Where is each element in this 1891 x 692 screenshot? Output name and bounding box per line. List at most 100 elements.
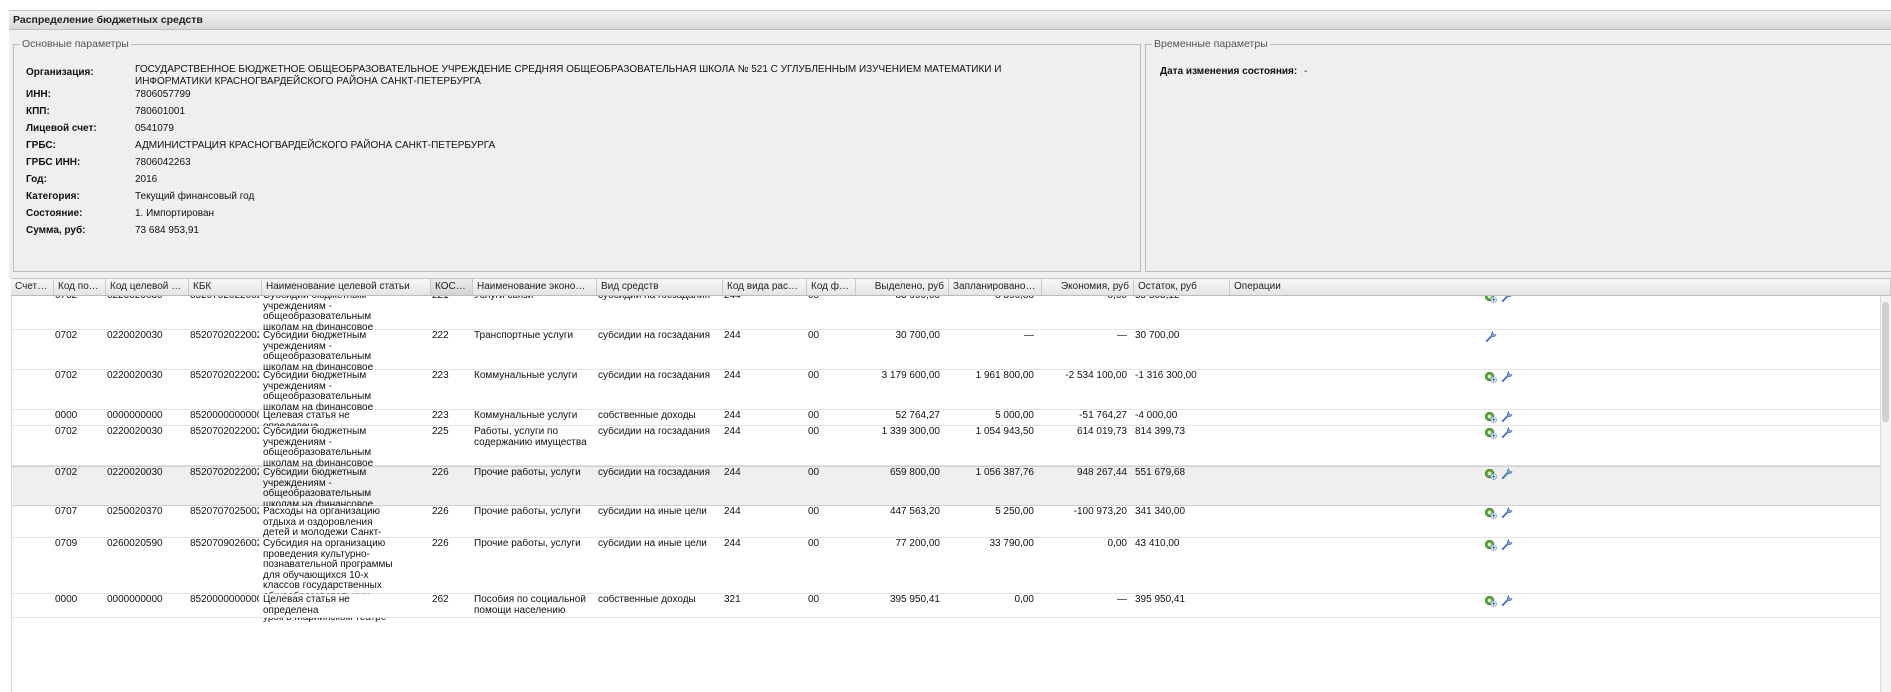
cell-fund-code: 00 (808, 331, 820, 341)
cell-target-code: 0260020590 (107, 539, 163, 549)
param-value: 2016 (135, 174, 158, 185)
cell-funds-type: собственные доходы (598, 411, 696, 421)
cell-funds-type: субсидии на госзадания (598, 468, 711, 478)
param-label: Год: (26, 174, 47, 185)
cell-target-code: 0220020030 (107, 371, 163, 381)
grid-vertical-scrollbar[interactable] (1880, 296, 1891, 692)
cell-savings: 948 267,44 (1076, 468, 1127, 478)
row-operations (1484, 410, 1513, 424)
add-icon[interactable] (1484, 538, 1497, 551)
add-icon[interactable] (1484, 506, 1497, 519)
edit-icon[interactable] (1500, 370, 1513, 383)
add-icon[interactable] (1484, 426, 1497, 439)
cell-allocated: 83 900,00 (854, 296, 943, 302)
column-header[interactable]: Операции (1230, 279, 1891, 295)
table-row[interactable]: 070202200200308520702022002...Субсидии б… (12, 330, 1882, 394)
column-header[interactable]: КОСГУ... (431, 279, 473, 295)
time-params-legend: Временные параметры (1154, 38, 1268, 50)
column-header[interactable]: Экономия, руб (1042, 279, 1134, 295)
param-label: Состояние: (26, 208, 83, 219)
param-value: 780601001 (135, 106, 186, 117)
param-label: Сумма, руб: (26, 225, 86, 236)
add-icon[interactable] (1484, 467, 1497, 480)
params-area: Основные параметры Организация: ГОСУДАРСТ… (9, 30, 1891, 278)
table-row[interactable]: 070202200200308520702022002...Субсидии б… (12, 426, 1882, 490)
cell-planned: 1 054 943,50 (975, 427, 1034, 437)
edit-icon[interactable] (1500, 467, 1513, 480)
cell-funds-type: субсидии на госзадания (598, 427, 711, 437)
param-label: Дата изменения состояния: (1160, 66, 1298, 77)
table-row[interactable]: 000000000000008520000000000...Целевая ст… (12, 410, 1882, 431)
column-header[interactable]: Выделено, руб (856, 279, 949, 295)
column-header[interactable]: Код вида расходов (723, 279, 807, 295)
cell-remainder: 551 679,68 (1135, 468, 1186, 478)
cell-kosgu: 222 (432, 331, 449, 341)
column-header[interactable]: Код подра... (54, 279, 106, 295)
grid-scroll-thumb[interactable] (1882, 302, 1889, 422)
row-operations (1484, 538, 1513, 552)
add-icon[interactable] (1484, 296, 1497, 303)
cell-fund-code: 00 (808, 539, 820, 549)
column-header[interactable]: Запланировано, руб (949, 279, 1042, 295)
edit-icon[interactable] (1500, 594, 1513, 607)
cell-expense-code: 244 (724, 468, 741, 478)
column-header[interactable]: Счет р... (11, 279, 54, 295)
table-row[interactable]: 000000000000008520000000000...Целевая ст… (12, 594, 1882, 618)
column-header[interactable]: Код фонда (807, 279, 856, 295)
cell-target-code: 0220020030 (104, 296, 184, 302)
row-operations (1484, 594, 1513, 608)
add-icon[interactable] (1484, 370, 1497, 383)
budget-grid: 070202200200308520702022002...Субсидии б… (11, 296, 1882, 692)
table-row[interactable]: 070202200200308520702022002...Субсидии б… (12, 370, 1882, 434)
edit-icon[interactable] (1484, 330, 1497, 343)
cell-fund-code: 00 (808, 468, 820, 478)
column-header[interactable]: Остаток, руб (1134, 279, 1230, 295)
cell-econ-name: Коммунальные услуги (474, 371, 578, 381)
cell-remainder: 30 700,00 (1135, 331, 1180, 341)
param-value: 7806057799 (135, 89, 191, 100)
cell-econ-name: Прочие работы, услуги (474, 468, 581, 478)
cell-savings: -51 764,27 (1079, 411, 1127, 421)
cell-kosgu: 262 (432, 595, 449, 605)
edit-icon[interactable] (1500, 538, 1513, 551)
cell-planned: 8 396,88 (947, 296, 1037, 302)
edit-icon[interactable] (1500, 410, 1513, 423)
add-icon[interactable] (1484, 410, 1497, 423)
cell-remainder: -4 000,00 (1135, 411, 1178, 421)
add-icon[interactable] (1484, 594, 1497, 607)
main-params-legend: Основные параметры (22, 38, 129, 50)
cell-unit: 0702 (55, 427, 78, 437)
cell-unit: 0709 (55, 539, 78, 549)
cell-kosgu: 225 (432, 427, 449, 437)
cell-planned: 0,00 (1014, 595, 1034, 605)
cell-unit: 0000 (55, 595, 78, 605)
cell-expense-code: 244 (724, 331, 741, 341)
cell-target-code: 0000000000 (107, 595, 163, 605)
table-row[interactable]: 070902600205908520709026002...Субсидия н… (12, 538, 1882, 623)
cell-kosgu: 223 (432, 371, 449, 381)
cell-econ-name: Коммунальные услуги (474, 411, 578, 421)
cell-econ-name: Услуги связи (471, 296, 595, 302)
param-label: ГРБС: (26, 140, 56, 151)
main-params-group: Основные параметры Организация: ГОСУДАРСТ… (13, 38, 1141, 272)
table-row[interactable]: 070702500203708520707025002...Расходы на… (12, 506, 1882, 549)
column-header[interactable]: Наименование целевой статьи (262, 279, 431, 295)
param-value: 73 684 953,91 (135, 225, 199, 236)
param-value: 1. Импортирован (135, 208, 215, 219)
edit-icon[interactable] (1500, 506, 1513, 519)
column-header[interactable]: КБК (189, 279, 262, 295)
cell-kosgu: 223 (432, 411, 449, 421)
cell-fund-code: 00 (808, 371, 820, 381)
cell-fund-code: 00 (805, 296, 850, 302)
param-value: - (1304, 66, 1308, 77)
edit-icon[interactable] (1500, 426, 1513, 439)
column-header[interactable]: Код целевой статьи (106, 279, 189, 295)
param-value: 7806042263 (135, 157, 191, 168)
column-header[interactable]: Наименование экономической ... (473, 279, 597, 295)
table-row[interactable]: 070202200200308520702022002...Субсидии б… (12, 296, 1882, 354)
column-header[interactable]: Вид средств (597, 279, 723, 295)
table-row[interactable]: 070202200200308520702022002...Субсидии б… (12, 466, 1882, 531)
cell-planned: — (1024, 331, 1034, 341)
cell-target-code: 0000000000 (107, 411, 163, 421)
edit-icon[interactable] (1500, 296, 1513, 303)
